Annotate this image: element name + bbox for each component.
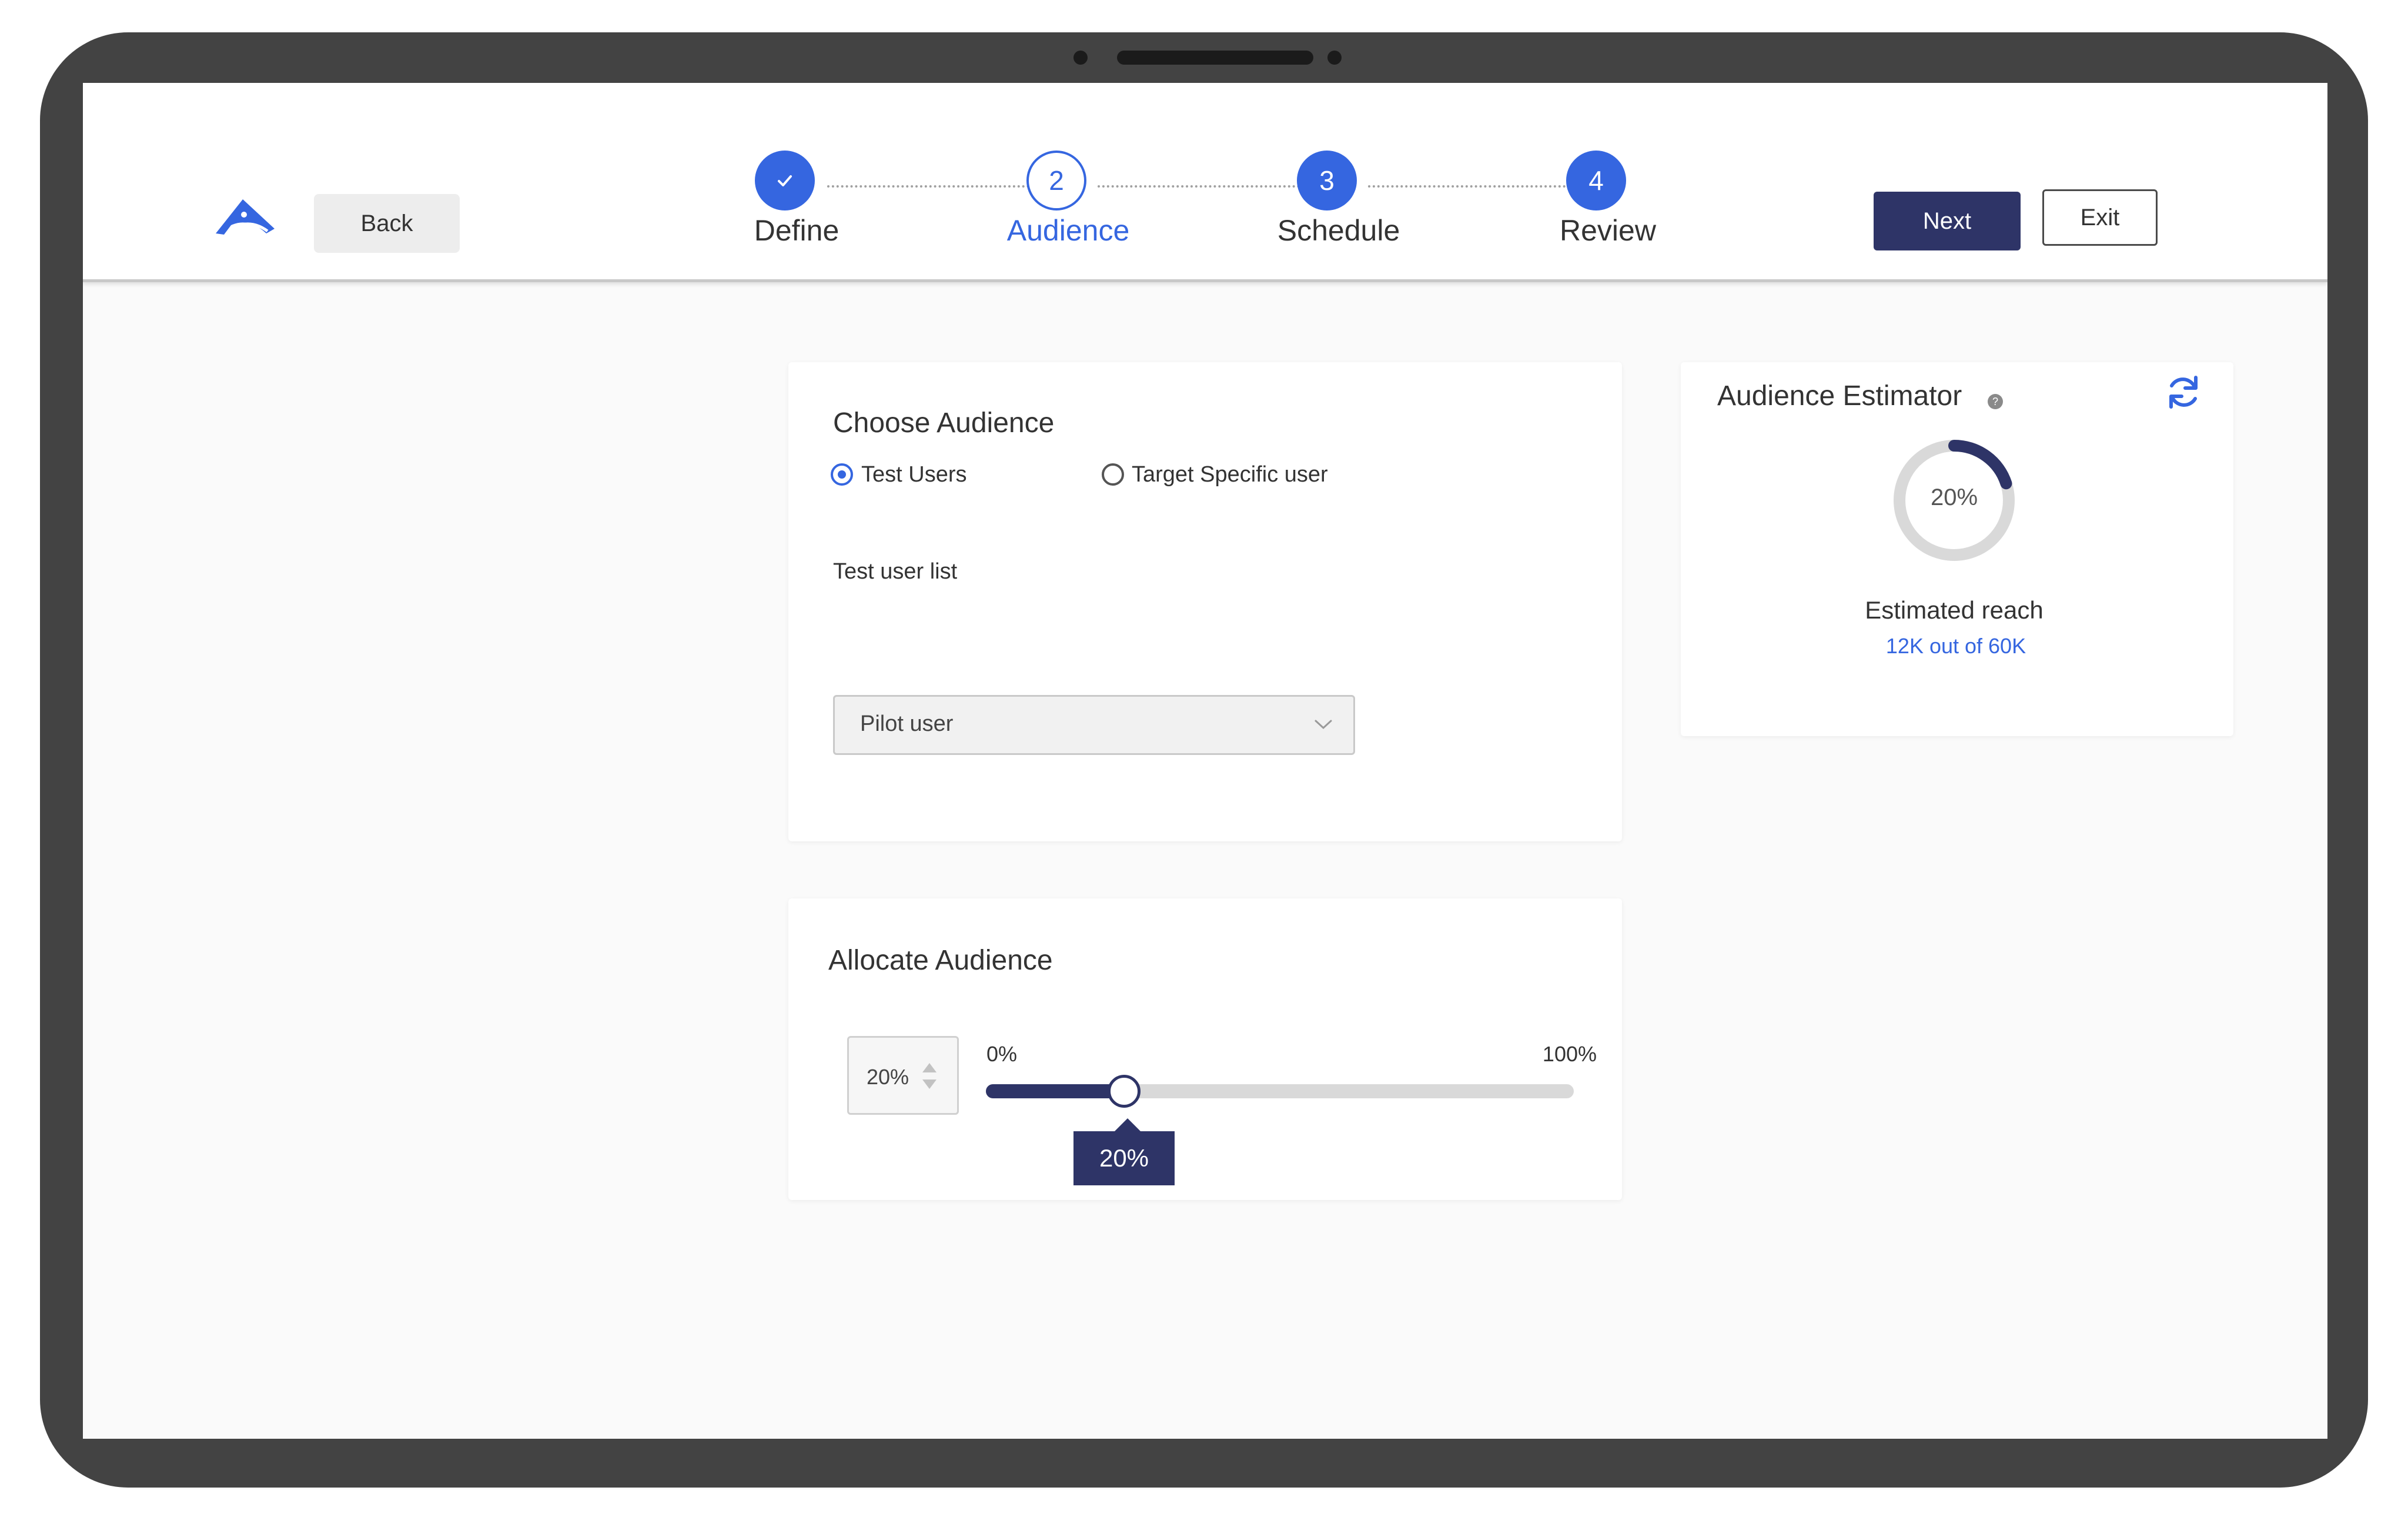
estimated-reach-label: Estimated reach: [1865, 596, 2044, 624]
next-button[interactable]: Next: [1874, 192, 2021, 250]
donut-label: 20%: [1930, 484, 1978, 510]
check-icon: [778, 175, 792, 186]
exit-button[interactable]: Exit: [2042, 189, 2158, 246]
estimated-reach-value: 12K out of 60K: [1885, 634, 2026, 658]
step-define-circle[interactable]: [755, 151, 815, 210]
allocation-input-value: 20%: [867, 1065, 909, 1089]
test-user-list-label: Test user list: [833, 559, 958, 584]
radio-test-users-label[interactable]: Test Users: [861, 462, 966, 487]
choose-audience-title: Choose Audience: [833, 407, 1055, 439]
radio-icon[interactable]: [831, 463, 853, 486]
slider-max-label: 100%: [1542, 1042, 1597, 1066]
step-connector-3: [1368, 185, 1570, 188]
refresh-icon[interactable]: [2164, 373, 2203, 412]
step-review-circle[interactable]: 4: [1566, 151, 1626, 210]
radio-icon[interactable]: [1102, 463, 1124, 486]
step-audience-label[interactable]: Audience: [974, 213, 1162, 248]
donut-arc: [1948, 440, 2012, 490]
step-schedule-label[interactable]: Schedule: [1245, 213, 1433, 248]
back-button[interactable]: Back: [314, 194, 460, 253]
camera-dot-right: [1327, 51, 1342, 65]
step-review-label[interactable]: Review: [1514, 213, 1702, 248]
slider-min-label: 0%: [986, 1042, 1018, 1066]
app-screen: Back Define 2 Audience 3 Schedule 4 Revi…: [83, 83, 2327, 1439]
audience-estimator-card: Audience Estimator ? 20% Estimated reach…: [1681, 362, 2233, 736]
help-icon[interactable]: ?: [1986, 393, 2004, 410]
allocate-audience-card: Allocate Audience 20% 0% 100% 20%: [788, 898, 1622, 1200]
step-connector-1: [827, 185, 1029, 188]
slider-fill: [986, 1084, 1124, 1098]
chevron-down-icon: [1315, 720, 1332, 730]
step-define-label[interactable]: Define: [703, 213, 891, 248]
choose-audience-card: Choose Audience Test Users Target Specif…: [788, 362, 1622, 841]
camera-dot-left: [1073, 51, 1088, 65]
logo-icon: [216, 199, 275, 235]
radio-target-specific-label[interactable]: Target Specific user: [1132, 462, 1328, 487]
top-header: Back Define 2 Audience 3 Schedule 4 Revi…: [83, 83, 2327, 282]
slider-value-tooltip: 20%: [1073, 1118, 1175, 1185]
allocate-audience-title: Allocate Audience: [828, 945, 1053, 976]
allocation-slider[interactable]: [986, 1075, 1574, 1108]
test-user-list-value: Pilot user: [860, 711, 954, 736]
step-audience-circle[interactable]: 2: [1026, 151, 1086, 210]
estimator-title: Audience Estimator: [1717, 380, 1962, 412]
speaker-bar: [1117, 51, 1313, 65]
step-connector-2: [1098, 185, 1300, 188]
slider-thumb[interactable]: [1108, 1075, 1141, 1108]
svg-text:?: ?: [1992, 396, 1998, 407]
sort-arrows-icon[interactable]: [919, 1060, 940, 1092]
step-schedule-circle[interactable]: 3: [1297, 151, 1357, 210]
